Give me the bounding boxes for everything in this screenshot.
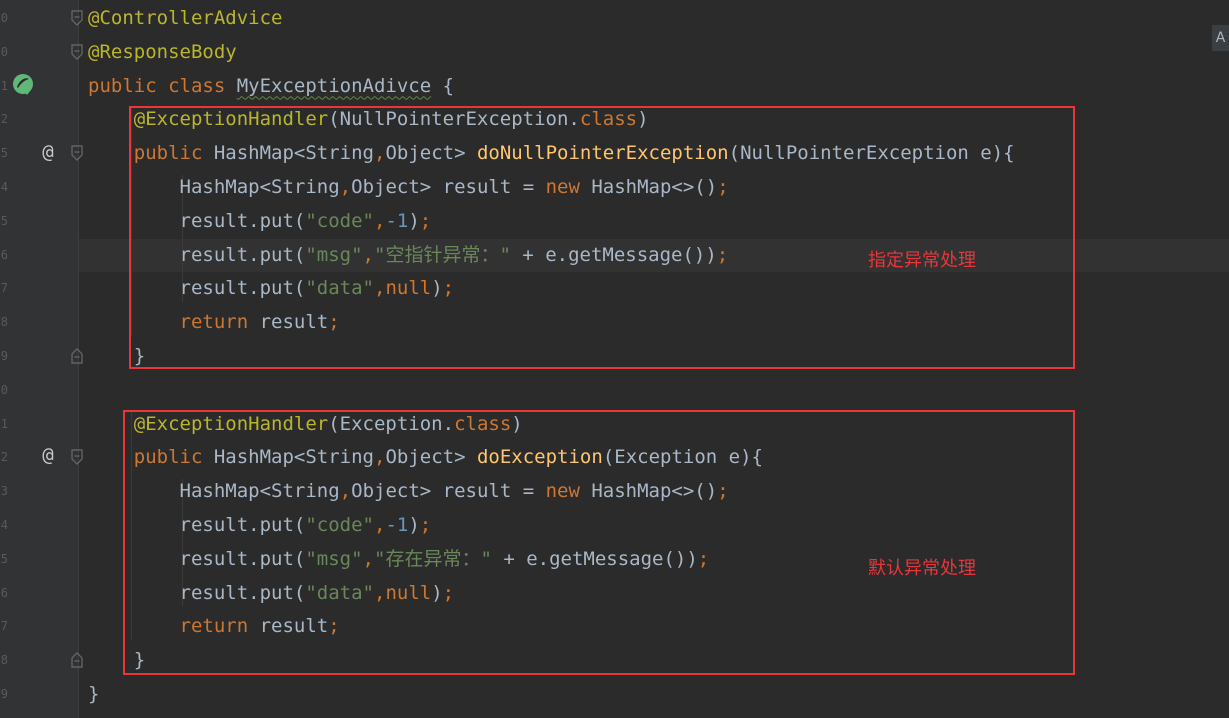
code-editor[interactable]: @ @ 0 0 1 2 5 4 5 6 7 8 9 0 1 2 3 4 5 6 7 8 9 @ControllerAdv… xyxy=(0,0,1229,718)
line-number: 7 xyxy=(0,619,8,634)
fold-icon[interactable] xyxy=(70,652,84,668)
line-number: 0 xyxy=(0,382,8,397)
code-token: { xyxy=(431,74,455,97)
handler-label-2: 默认异常处理 xyxy=(868,558,976,579)
fold-icon[interactable] xyxy=(70,10,84,26)
reader-mode-button[interactable]: A xyxy=(1212,25,1229,51)
code-token: MyExceptionAdivce xyxy=(236,74,432,97)
line-number: 3 xyxy=(0,484,8,499)
fold-icon[interactable] xyxy=(70,449,84,466)
code-line[interactable]: } xyxy=(88,678,99,711)
line-number: 4 xyxy=(0,180,8,194)
code-line[interactable]: @ControllerAdvice xyxy=(88,2,282,35)
override-at-icon[interactable]: @ xyxy=(38,444,58,466)
line-number: 1 xyxy=(0,416,8,431)
fold-icon[interactable] xyxy=(70,348,84,364)
line-number: 0 xyxy=(0,11,8,25)
line-number: 4 xyxy=(0,518,8,532)
line-number: 9 xyxy=(0,687,8,701)
line-number: 2 xyxy=(0,112,8,127)
handler-highlight-box-2 xyxy=(123,410,1075,675)
code-line[interactable]: @ResponseBody xyxy=(88,36,237,69)
line-number: 2 xyxy=(0,450,8,465)
line-number: 7 xyxy=(0,281,8,296)
code-token: @ControllerAdvice xyxy=(88,7,283,29)
fold-icon[interactable] xyxy=(70,145,84,162)
line-number: 6 xyxy=(0,247,8,262)
line-number: 8 xyxy=(0,653,8,668)
code-token: } xyxy=(88,683,100,705)
line-number: 8 xyxy=(0,315,8,330)
line-number: 5 xyxy=(0,146,8,161)
line-number: 1 xyxy=(0,78,8,93)
line-number: 6 xyxy=(0,585,8,600)
line-number: 9 xyxy=(0,349,8,363)
override-at-icon[interactable]: @ xyxy=(38,141,58,163)
line-number: 5 xyxy=(0,551,8,566)
editor-gutter: @ @ 0 0 1 2 5 4 5 6 7 8 9 0 1 2 3 4 5 6 7 8 9 xyxy=(0,0,79,718)
code-token: @ResponseBody xyxy=(88,40,237,63)
line-number: 0 xyxy=(0,44,8,59)
handler-highlight-box-1 xyxy=(129,106,1075,369)
code-line[interactable]: public class MyExceptionAdivce { xyxy=(88,70,454,103)
fold-icon[interactable] xyxy=(70,44,84,60)
handler-label-1: 指定异常处理 xyxy=(868,250,976,271)
spring-bean-icon[interactable] xyxy=(12,73,36,97)
code-token: public class xyxy=(88,74,237,97)
line-number: 5 xyxy=(0,213,8,228)
